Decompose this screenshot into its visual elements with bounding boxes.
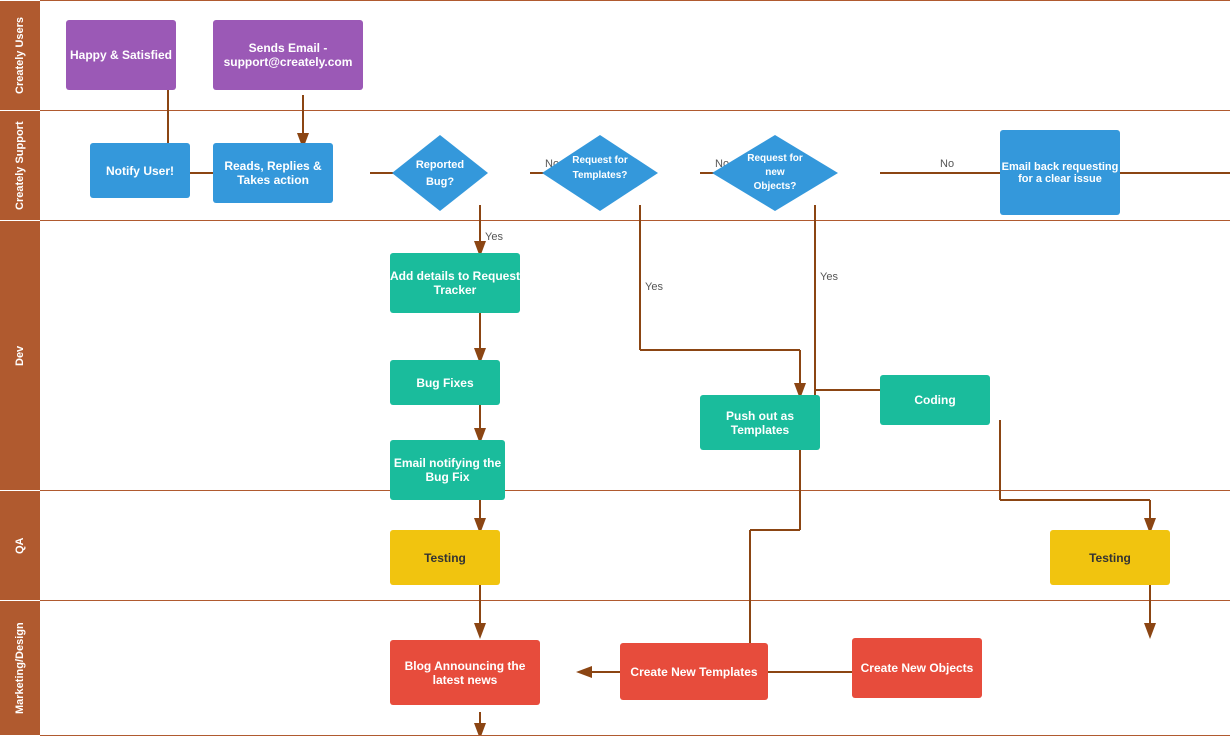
svg-text:Reported: Reported xyxy=(416,159,464,171)
lane-creately-users: Creately Users xyxy=(0,0,40,110)
svg-text:Bug?: Bug? xyxy=(426,176,454,188)
node-coding: Coding xyxy=(880,375,990,425)
node-add-details: Add details to Request Tracker xyxy=(390,253,520,313)
node-testing-1: Testing xyxy=(390,530,500,585)
lane-qa: QA xyxy=(0,490,40,600)
svg-text:No: No xyxy=(940,158,954,170)
node-reads-replies: Reads, Replies & Takes action xyxy=(213,143,333,203)
node-request-objects: Request for new Objects? xyxy=(710,133,840,213)
lane-creately-support: Creately Support xyxy=(0,110,40,220)
svg-text:Yes: Yes xyxy=(485,231,503,243)
node-happy: Happy & Satisfied xyxy=(66,20,176,90)
flow-arrows: No No No Yes Yes Yes xyxy=(40,0,1230,735)
node-request-templates: Request for Templates? xyxy=(540,133,660,213)
node-reported-bug: Reported Bug? xyxy=(390,133,490,213)
lanes: Creately Users Creately Support Dev QA M… xyxy=(0,0,40,735)
svg-text:Request for: Request for xyxy=(747,153,803,164)
node-sends-email: Sends Email - support@creately.com xyxy=(213,20,363,90)
node-email-notifying: Email notifying the Bug Fix xyxy=(390,440,505,500)
node-email-back: Email back requesting for a clear issue xyxy=(1000,130,1120,215)
node-create-templates: Create New Templates xyxy=(620,643,768,700)
node-bug-fixes: Bug Fixes xyxy=(390,360,500,405)
lane-dev: Dev xyxy=(0,220,40,490)
svg-text:Objects?: Objects? xyxy=(754,181,797,192)
svg-text:Request for: Request for xyxy=(572,155,628,166)
node-testing-2: Testing xyxy=(1050,530,1170,585)
node-push-templates: Push out as Templates xyxy=(700,395,820,450)
node-notify-user: Notify User! xyxy=(90,143,190,198)
node-create-objects: Create New Objects xyxy=(852,638,982,698)
diagram-container: Creately Users Creately Support Dev QA M… xyxy=(0,0,1230,735)
node-blog: Blog Announcing the latest news xyxy=(390,640,540,705)
svg-text:Templates?: Templates? xyxy=(573,170,628,181)
lane-marketing: Marketing/Design xyxy=(0,600,40,735)
svg-text:new: new xyxy=(765,167,785,178)
svg-text:Yes: Yes xyxy=(645,281,663,293)
svg-text:Yes: Yes xyxy=(820,271,838,283)
